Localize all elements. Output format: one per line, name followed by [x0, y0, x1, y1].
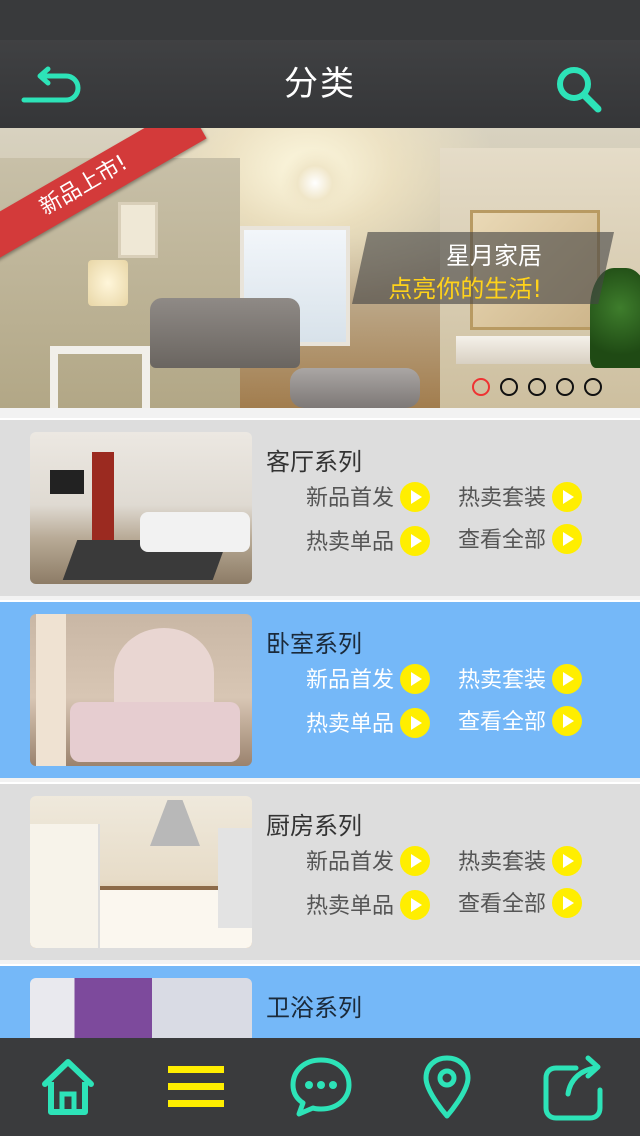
- view-all-link[interactable]: 查看全部: [458, 524, 583, 558]
- arrow-right-icon: [400, 526, 431, 556]
- tab-category-menu[interactable]: [160, 1052, 230, 1122]
- category-card-bedroom: 卧室系列 新品首发 热卖套装 热卖单品 查看全部: [0, 600, 640, 778]
- hot-set-link[interactable]: 热卖套装: [458, 664, 583, 698]
- arrow-right-icon: [552, 524, 583, 554]
- category-card-kitchen: 厨房系列 新品首发 热卖套装 热卖单品 查看全部: [0, 782, 640, 960]
- banner-slogan-text: 点亮你的生活!: [388, 275, 542, 303]
- carousel-dot[interactable]: [584, 378, 602, 396]
- promo-banner-carousel[interactable]: 新品上市! 星月家居 点亮你的生活!: [0, 128, 640, 408]
- status-bar: [0, 0, 640, 40]
- bedroom-thumbnail[interactable]: [30, 614, 252, 766]
- carousel-pagination: [472, 378, 602, 396]
- location-pin-icon: [423, 1055, 471, 1119]
- hot-item-link[interactable]: 热卖单品: [306, 526, 431, 560]
- category-card-bathroom: 卫浴系列: [0, 964, 640, 1038]
- top-navigation-bar: 分类: [0, 40, 640, 128]
- banner-brand-text: 星月家居: [446, 242, 542, 270]
- kitchen-thumbnail[interactable]: [30, 796, 252, 948]
- new-release-link[interactable]: 新品首发: [306, 482, 431, 516]
- arrow-right-icon: [552, 706, 583, 736]
- living-room-thumbnail[interactable]: [30, 432, 252, 584]
- bathroom-thumbnail[interactable]: [30, 978, 252, 1038]
- carousel-dot[interactable]: [556, 378, 574, 396]
- page-title: 分类: [284, 64, 356, 104]
- arrow-right-icon: [400, 482, 431, 512]
- carousel-dot[interactable]: [472, 378, 490, 396]
- carousel-dot[interactable]: [528, 378, 546, 396]
- category-card-living-room: 客厅系列 新品首发 热卖套装 热卖单品 查看全部: [0, 418, 640, 596]
- hot-item-link[interactable]: 热卖单品: [306, 708, 431, 742]
- new-release-link[interactable]: 新品首发: [306, 664, 431, 698]
- arrow-right-icon: [552, 846, 583, 876]
- view-all-link[interactable]: 查看全部: [458, 706, 583, 740]
- tab-location[interactable]: [412, 1052, 482, 1122]
- hot-set-link[interactable]: 热卖套装: [458, 482, 583, 516]
- search-icon: [557, 67, 602, 113]
- arrow-right-icon: [552, 664, 583, 694]
- search-button[interactable]: [552, 64, 608, 116]
- arrow-right-icon: [400, 708, 431, 738]
- share-icon: [543, 1055, 603, 1121]
- menu-icon: [168, 1066, 224, 1107]
- home-icon: [42, 1059, 94, 1115]
- arrow-right-icon: [400, 664, 431, 694]
- chat-icon: [290, 1057, 352, 1117]
- new-release-link[interactable]: 新品首发: [306, 846, 431, 880]
- hot-item-link[interactable]: 热卖单品: [306, 890, 431, 924]
- arrow-right-icon: [552, 888, 583, 918]
- view-all-link[interactable]: 查看全部: [458, 888, 583, 922]
- tab-share[interactable]: [538, 1052, 608, 1122]
- category-title: 卫浴系列: [266, 994, 362, 1022]
- bottom-tab-bar: [0, 1038, 640, 1136]
- tab-messages[interactable]: [286, 1052, 356, 1122]
- category-title: 客厅系列: [266, 448, 362, 476]
- hot-set-link[interactable]: 热卖套装: [458, 846, 583, 880]
- tab-home[interactable]: [33, 1052, 103, 1122]
- arrow-right-icon: [400, 890, 431, 920]
- category-title: 卧室系列: [266, 630, 362, 658]
- category-title: 厨房系列: [266, 812, 362, 840]
- category-list: 客厅系列 新品首发 热卖套装 热卖单品 查看全部 卧室系列 新品首发 热卖套装 …: [0, 418, 640, 1038]
- arrow-right-icon: [400, 846, 431, 876]
- arrow-right-icon: [552, 482, 583, 512]
- carousel-dot[interactable]: [500, 378, 518, 396]
